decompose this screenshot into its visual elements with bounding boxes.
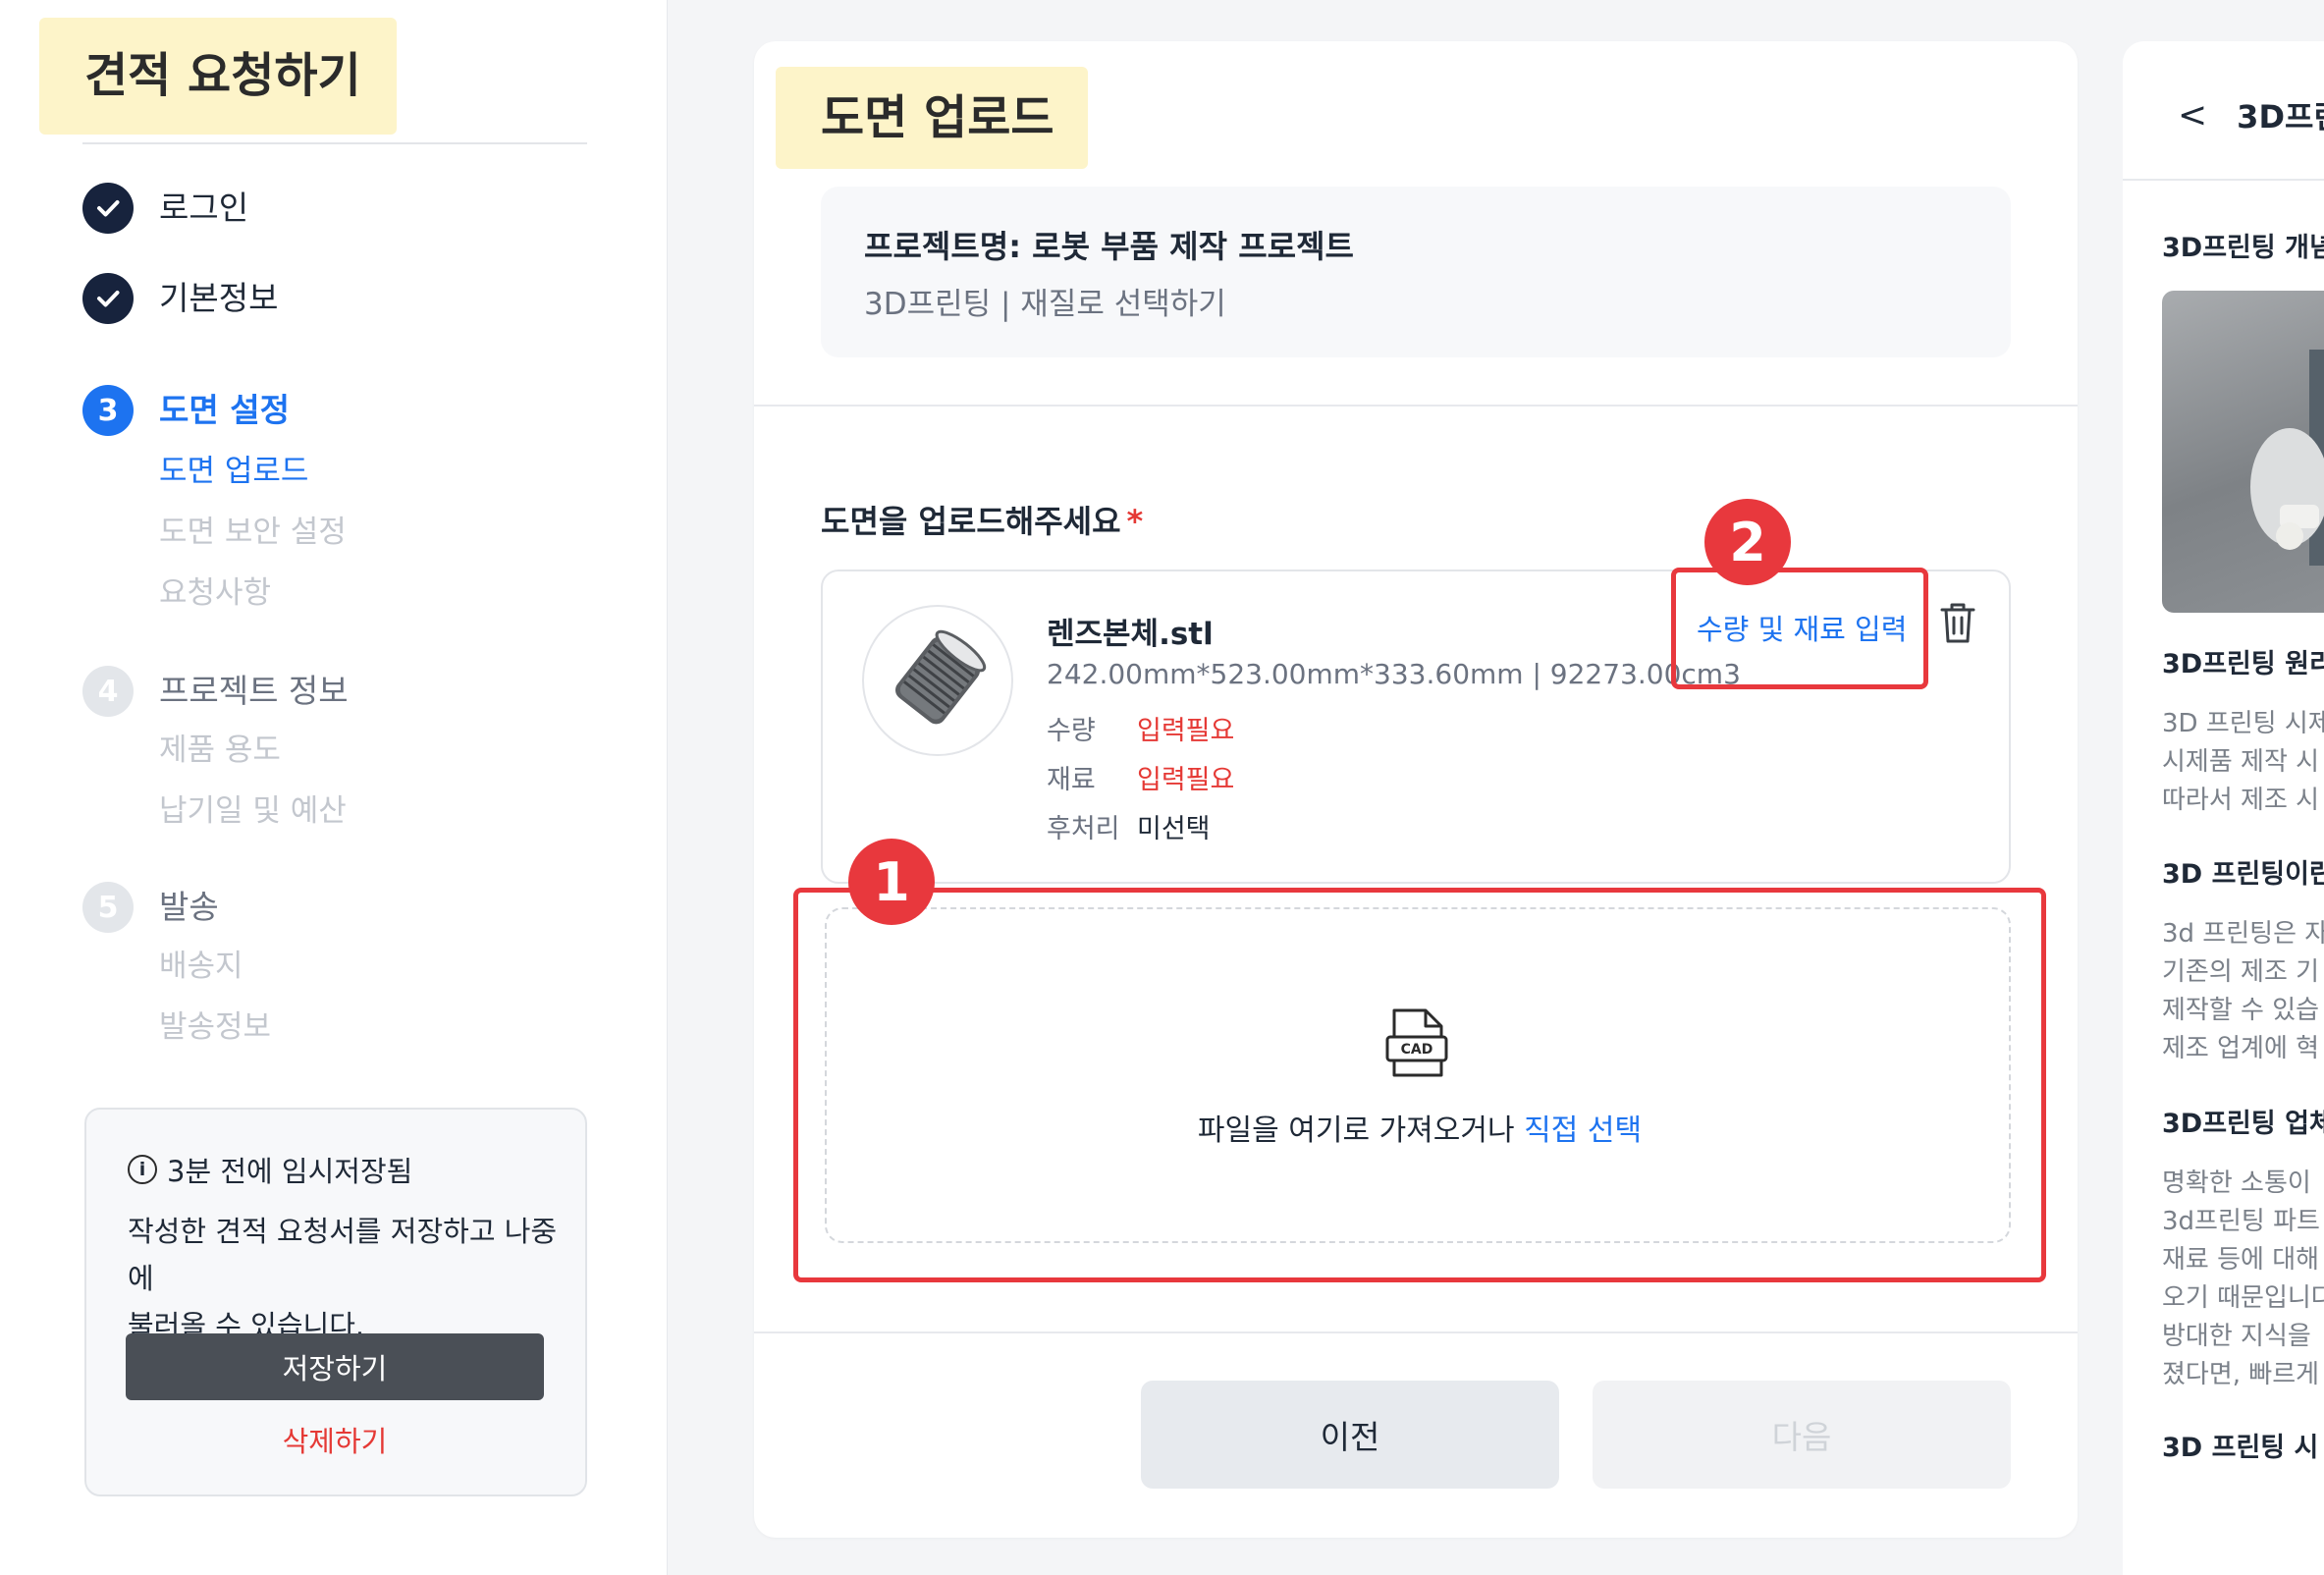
guide-header: < 3D프린 [2178, 92, 2324, 137]
upload-card: 도면 업로드 프로젝트명: 로봇 부품 제작 프로젝트 3D프린팅 | 재질로 … [754, 41, 2078, 1538]
delete-button[interactable]: 삭제하기 [126, 1416, 544, 1463]
step-number-badge: 3 [82, 385, 134, 436]
section-title: 도면 업로드 [776, 67, 1088, 169]
chevron-left-icon[interactable]: < [2178, 95, 2207, 136]
substep-shipping-address[interactable]: 배송지 [159, 945, 243, 988]
substep-product-usage[interactable]: 제품 용도 [159, 729, 281, 772]
guide-line: 방대한 지식을 [2162, 1322, 2311, 1351]
step-label: 발송 [159, 888, 219, 926]
step-label: 로그인 [159, 189, 249, 227]
check-circle-icon [82, 273, 134, 324]
spec-value-post-processing: 미선택 [1137, 814, 1211, 844]
guide-line: 3d 프린팅은 자 [2162, 919, 2324, 949]
guide-line: 졌다면, 빠르게 [2162, 1360, 2320, 1389]
info-icon: i [128, 1155, 157, 1184]
step-label: 도면 설정 [159, 391, 290, 429]
substep-drawing-security[interactable]: 도면 보안 설정 [159, 511, 347, 554]
file-name: 렌즈본체.stl [1047, 617, 1214, 652]
guide-paragraph: 명확한 소통이 3d프린팅 파트 재료 등에 대해 오기 때문입니다 방대한 지… [2162, 1165, 2324, 1394]
guide-heading: 3D 프린팅이란 [2162, 859, 2324, 890]
step-number-badge: 5 [82, 882, 134, 933]
guide-line: 3d프린팅 파트 [2162, 1207, 2320, 1236]
guide-line: 시제품 제작 시 [2162, 747, 2320, 777]
upload-label-text: 도면을 업로드해주세요 [821, 503, 1121, 540]
guide-paragraph: 3D 프린팅 시제 시제품 제작 시 따라서 제조 시 [2162, 705, 2324, 820]
check-circle-icon [82, 183, 134, 234]
spec-key: 후처리 [1047, 814, 1120, 844]
step-label: 프로젝트 정보 [159, 672, 349, 710]
substep-requests[interactable]: 요청사항 [159, 571, 271, 615]
save-status-text: 3분 전에 임시저장됨 [167, 1155, 413, 1188]
spec-key: 수량 [1047, 716, 1096, 746]
guide-heading: 3D프린팅 업체 [2162, 1109, 2324, 1139]
previous-button[interactable]: 이전 [1141, 1381, 1559, 1489]
guide-image [2162, 291, 2324, 613]
annotation-box-dropzone [793, 888, 2046, 1282]
annotation-box-quantity-button [1671, 568, 1928, 689]
save-button[interactable]: 저장하기 [126, 1333, 544, 1400]
required-mark: * [1126, 503, 1144, 540]
guide-line: 3D 프린팅 시제 [2162, 709, 2324, 738]
substep-send-info[interactable]: 발송정보 [159, 1005, 271, 1049]
upload-label: 도면을 업로드해주세요 * [821, 497, 1143, 542]
file-thumbnail [862, 605, 1013, 756]
file-dimensions: 242.00mm*523.00mm*333.60mm | 92273.00cm3 [1047, 658, 1741, 690]
step-label: 기본정보 [159, 279, 279, 317]
substep-drawing-upload[interactable]: 도면 업로드 [159, 450, 308, 493]
annotation-badge-1: 1 [848, 839, 935, 925]
guide-heading: 3D프린팅 개념 [2162, 233, 2324, 263]
lens-part-icon [895, 629, 987, 725]
project-name: 프로젝트명: 로봇 부품 제작 프로젝트 [864, 228, 1354, 265]
spec-value-quantity: 입력필요 [1137, 716, 1235, 746]
trash-icon[interactable] [1938, 601, 1977, 644]
guide-line: 기존의 제조 기 [2162, 957, 2320, 987]
save-description: 작성한 견적 요청서를 저장하고 나중에 불러올 수 있습니다. [128, 1208, 560, 1349]
guide-title: 3D프린 [2237, 98, 2324, 136]
step-number-badge: 4 [82, 666, 134, 717]
spec-value-material: 입력필요 [1137, 765, 1235, 795]
project-meta: 3D프린팅 | 재질로 선택하기 [864, 287, 1226, 322]
guide-line: 명확한 소통이 [2162, 1168, 2311, 1198]
divider [2123, 179, 2324, 181]
guide-line: 재료 등에 대해 [2162, 1245, 2320, 1275]
substep-deadline-budget[interactable]: 납기일 및 예산 [159, 789, 347, 833]
guide-line: 오기 때문입니다 [2162, 1283, 2324, 1313]
guide-line: 제조 업계에 혁 [2162, 1034, 2320, 1063]
guide-heading: 3D 프린팅 시 유 [2162, 1433, 2324, 1463]
next-button[interactable]: 다음 [1593, 1381, 2011, 1489]
guide-paragraph: 3d 프린팅은 자 기존의 제조 기 제작할 수 있습 제조 업계에 혁 [2162, 915, 2324, 1068]
divider [754, 1331, 2078, 1333]
page-title: 견적 요청하기 [39, 18, 397, 135]
save-status: i 3분 전에 임시저장됨 [128, 1149, 412, 1190]
divider [754, 405, 2078, 407]
guide-panel: < 3D프린 3D프린팅 개념 3D프린팅 원리 3D 프린팅 시제 시제품 제… [2123, 41, 2324, 1575]
spec-key: 재료 [1047, 765, 1096, 795]
temp-save-box: i 3분 전에 임시저장됨 작성한 견적 요청서를 저장하고 나중에 불러올 수… [84, 1108, 587, 1496]
sidebar: 견적 요청하기 로그인 기본정보 3 도면 설정 도면 업로드 도면 보안 설정… [0, 0, 668, 1575]
save-description-line: 작성한 견적 요청서를 저장하고 나중에 [128, 1215, 558, 1295]
guide-line: 따라서 제조 시 [2162, 786, 2320, 815]
annotation-badge-2: 2 [1704, 499, 1791, 585]
project-summary: 프로젝트명: 로봇 부품 제작 프로젝트 3D프린팅 | 재질로 선택하기 [821, 187, 2011, 357]
guide-heading: 3D프린팅 원리 [2162, 649, 2324, 679]
divider [82, 142, 587, 144]
guide-line: 제작할 수 있습 [2162, 996, 2320, 1025]
